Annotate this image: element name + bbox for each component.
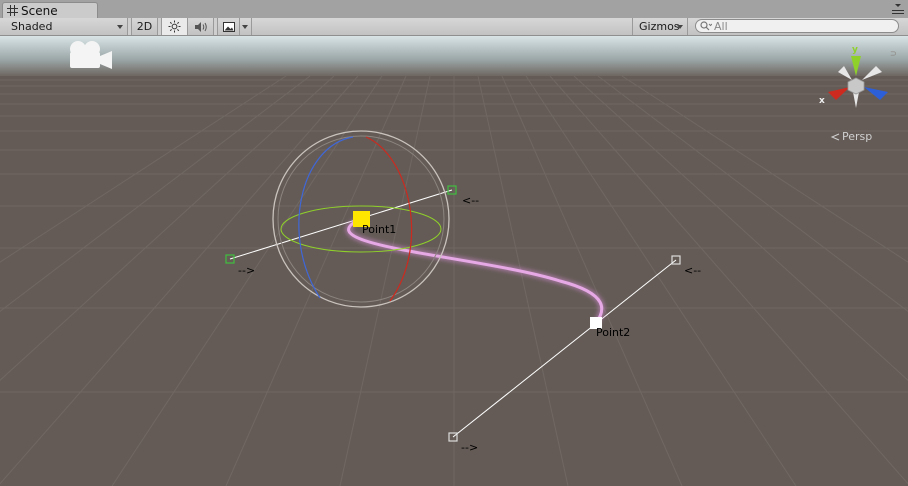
orientation-gizmo[interactable]: y x ⊃ xyxy=(818,42,898,122)
shading-mode-label: Shaded xyxy=(11,20,53,33)
scene-effects-dropdown[interactable] xyxy=(240,18,252,35)
point2-handle-out-label: <-- xyxy=(684,264,702,277)
axis-z-cone[interactable] xyxy=(864,87,888,100)
gizmo-lock-icon[interactable]: ⊃ xyxy=(890,49,897,58)
point2-label: Point2 xyxy=(596,326,631,339)
shading-mode-dropdown[interactable]: Shaded xyxy=(0,18,128,35)
scene-toolbar: Shaded 2D Gizmos All xyxy=(0,18,908,36)
chevron-down-icon xyxy=(117,25,123,29)
mode-2d-label: 2D xyxy=(136,20,153,33)
projection-toggle[interactable]: Persp xyxy=(830,130,872,143)
point1-label: Point1 xyxy=(362,223,397,236)
scene-viewport[interactable]: Point1 --> <-- Point2 --> <-- y x ⊃ Pers… xyxy=(0,36,908,486)
scene-search-field[interactable]: All xyxy=(695,19,899,33)
speaker-icon xyxy=(194,21,207,32)
chevron-down-icon xyxy=(677,25,683,29)
tab-menu-icon[interactable] xyxy=(892,4,904,14)
chevron-left-icon xyxy=(830,133,840,140)
point2-handle-in-label: --> xyxy=(461,441,479,454)
point1-handle-out-label: <-- xyxy=(462,194,480,207)
mode-2d-toggle[interactable]: 2D xyxy=(132,18,158,35)
tab-bar: Scene xyxy=(0,0,908,19)
tab-scene[interactable]: Scene xyxy=(2,2,98,18)
axis-y-cone[interactable] xyxy=(851,56,861,76)
scene-audio-toggle[interactable] xyxy=(188,18,214,35)
point1-handle-in-label: --> xyxy=(238,264,256,277)
horizon-sky xyxy=(0,36,908,76)
axis-neg-x-cone[interactable] xyxy=(862,66,882,80)
search-icon xyxy=(700,21,712,31)
sun-icon xyxy=(168,20,181,33)
scene-lighting-toggle[interactable] xyxy=(162,18,188,35)
grid-icon xyxy=(7,5,18,16)
chevron-down-icon xyxy=(242,25,248,29)
scene-canvas[interactable] xyxy=(0,36,908,486)
axis-x-label: x xyxy=(819,96,825,106)
gizmos-dropdown[interactable]: Gizmos xyxy=(632,18,688,35)
gizmo-center-cube[interactable] xyxy=(847,77,865,95)
gizmos-label: Gizmos xyxy=(639,20,680,33)
camera-icon[interactable] xyxy=(66,40,114,70)
tab-scene-label: Scene xyxy=(21,3,58,18)
scene-effects-toggle[interactable] xyxy=(218,18,240,35)
image-icon xyxy=(222,21,235,32)
axis-y-label: y xyxy=(852,45,858,55)
axis-x-cone[interactable] xyxy=(828,87,850,100)
projection-label: Persp xyxy=(842,130,873,143)
axis-neg-z-cone[interactable] xyxy=(838,66,852,80)
search-input[interactable]: All xyxy=(714,20,728,33)
